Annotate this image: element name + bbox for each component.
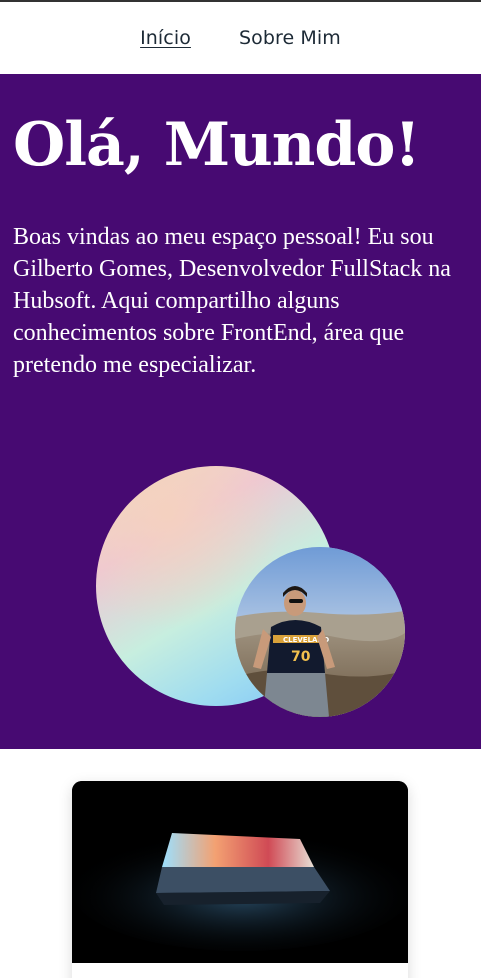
hero-description: Boas vindas ao meu espaço pessoal! Eu so…	[13, 224, 451, 378]
nav-link-sobre-mim[interactable]: Sobre Mim	[239, 27, 341, 49]
nav-link-inicio[interactable]: Início	[140, 27, 191, 49]
top-navigation: Início Sobre Mim	[0, 2, 481, 74]
photo-shirt-number: 70	[291, 649, 311, 665]
article-card[interactable]	[72, 781, 408, 978]
laptop-image	[72, 781, 408, 963]
hero-title: Olá, Mundo!	[13, 110, 421, 180]
hero-section: Olá, Mundo! Boas vindas ao meu espaço pe…	[0, 74, 481, 749]
profile-photo: CLEVELAND 70	[235, 547, 405, 717]
